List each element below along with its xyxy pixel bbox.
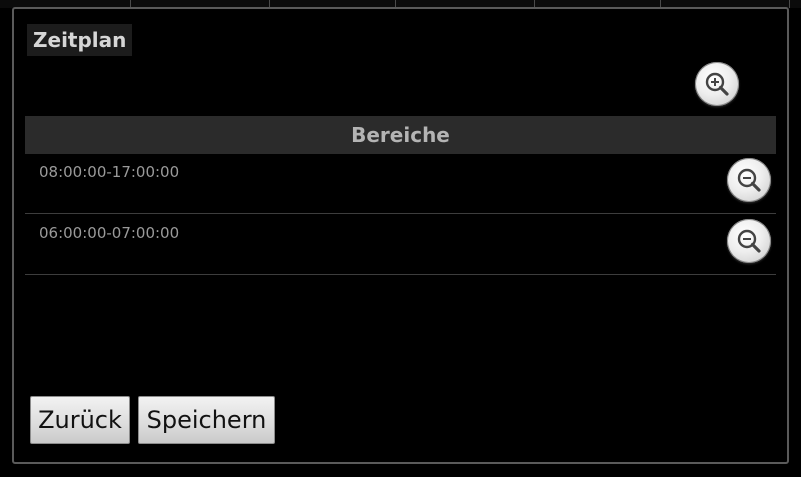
dialog-title: Zeitplan [27, 24, 133, 56]
remove-range-button[interactable] [727, 219, 771, 263]
save-button[interactable]: Speichern [138, 396, 275, 444]
remove-range-button[interactable] [727, 158, 771, 202]
range-label: 06:00:00-07:00:00 [39, 224, 180, 242]
add-range-button[interactable] [695, 62, 739, 106]
back-button[interactable]: Zurück [30, 396, 130, 444]
range-label: 08:00:00-17:00:00 [39, 163, 180, 181]
zoom-in-icon [705, 72, 729, 96]
schedule-dialog: Zeitplan Bereiche 08:00:00-17:00:00 06:0 [12, 7, 789, 464]
range-row: 06:00:00-07:00:00 [25, 215, 776, 275]
screen: Zeitplan Bereiche 08:00:00-17:00:00 06:0 [0, 0, 801, 477]
zoom-out-icon [737, 168, 761, 192]
ranges-header: Bereiche [25, 116, 776, 154]
range-row: 08:00:00-17:00:00 [25, 154, 776, 214]
zoom-out-icon [737, 229, 761, 253]
